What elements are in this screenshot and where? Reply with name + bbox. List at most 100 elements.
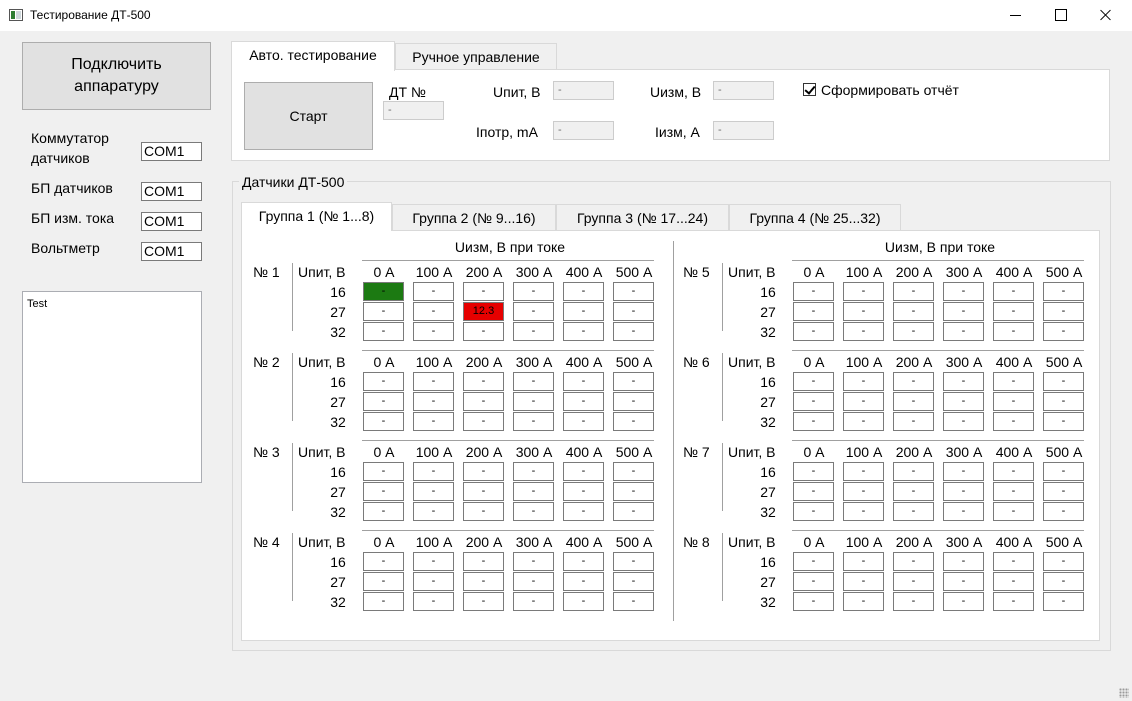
measurement-cell[interactable]: - bbox=[793, 412, 834, 431]
measurement-cell[interactable]: - bbox=[943, 412, 984, 431]
measurement-cell[interactable]: - bbox=[563, 552, 604, 571]
measurement-cell[interactable]: - bbox=[513, 572, 554, 591]
measurement-cell[interactable]: - bbox=[1043, 592, 1084, 611]
measurement-cell[interactable]: - bbox=[1043, 392, 1084, 411]
measurement-cell[interactable]: - bbox=[513, 372, 554, 391]
minimize-icon[interactable] bbox=[993, 0, 1038, 31]
measurement-cell[interactable]: - bbox=[793, 572, 834, 591]
uizm-field[interactable]: - bbox=[713, 81, 774, 100]
measurement-cell[interactable]: - bbox=[993, 462, 1034, 481]
upit-field[interactable]: - bbox=[553, 81, 614, 100]
measurement-cell[interactable]: - bbox=[1043, 482, 1084, 501]
measurement-cell[interactable]: - bbox=[363, 502, 404, 521]
measurement-cell[interactable]: - bbox=[993, 552, 1034, 571]
measurement-cell[interactable]: - bbox=[893, 322, 934, 341]
measurement-cell[interactable]: - bbox=[363, 282, 404, 301]
measurement-cell[interactable]: - bbox=[993, 282, 1034, 301]
measurement-cell[interactable]: - bbox=[893, 502, 934, 521]
measurement-cell[interactable]: - bbox=[613, 372, 654, 391]
measurement-cell[interactable]: - bbox=[463, 572, 504, 591]
measurement-cell[interactable]: - bbox=[413, 372, 454, 391]
measurement-cell[interactable]: - bbox=[463, 412, 504, 431]
measurement-cell[interactable]: - bbox=[363, 412, 404, 431]
measurement-cell[interactable]: - bbox=[893, 412, 934, 431]
measurement-cell[interactable]: - bbox=[363, 592, 404, 611]
port-select-sensor-psu[interactable]: COM1 bbox=[141, 182, 202, 201]
measurement-cell[interactable]: - bbox=[893, 392, 934, 411]
measurement-cell[interactable]: - bbox=[563, 372, 604, 391]
measurement-cell[interactable]: - bbox=[613, 322, 654, 341]
measurement-cell[interactable]: - bbox=[793, 552, 834, 571]
measurement-cell[interactable]: - bbox=[893, 552, 934, 571]
measurement-cell[interactable]: - bbox=[843, 392, 884, 411]
measurement-cell[interactable]: - bbox=[793, 482, 834, 501]
measurement-cell[interactable]: - bbox=[843, 482, 884, 501]
measurement-cell[interactable]: - bbox=[843, 572, 884, 591]
tab-group-1[interactable]: Группа 1 (№ 1...8) bbox=[241, 202, 392, 231]
measurement-cell[interactable]: - bbox=[993, 372, 1034, 391]
measurement-cell[interactable]: - bbox=[943, 282, 984, 301]
measurement-cell[interactable]: - bbox=[513, 322, 554, 341]
tab-manual-control[interactable]: Ручное управление bbox=[395, 43, 557, 70]
measurement-cell[interactable]: - bbox=[843, 372, 884, 391]
measurement-cell[interactable]: - bbox=[363, 392, 404, 411]
measurement-cell[interactable]: - bbox=[793, 392, 834, 411]
measurement-cell[interactable]: - bbox=[893, 482, 934, 501]
measurement-cell[interactable]: - bbox=[1043, 412, 1084, 431]
measurement-cell[interactable]: - bbox=[463, 552, 504, 571]
measurement-cell[interactable]: - bbox=[413, 502, 454, 521]
measurement-cell[interactable]: - bbox=[893, 572, 934, 591]
measurement-cell[interactable]: - bbox=[843, 412, 884, 431]
measurement-cell[interactable]: - bbox=[513, 282, 554, 301]
port-select-voltmeter[interactable]: COM1 bbox=[141, 242, 202, 261]
measurement-cell[interactable]: - bbox=[1043, 502, 1084, 521]
measurement-cell[interactable]: - bbox=[993, 322, 1034, 341]
measurement-cell[interactable]: - bbox=[793, 462, 834, 481]
measurement-cell[interactable]: - bbox=[513, 412, 554, 431]
ipotr-field[interactable]: - bbox=[553, 121, 614, 140]
measurement-cell[interactable]: - bbox=[563, 282, 604, 301]
measurement-cell[interactable]: - bbox=[613, 502, 654, 521]
measurement-cell[interactable]: - bbox=[943, 462, 984, 481]
measurement-cell[interactable]: - bbox=[793, 592, 834, 611]
measurement-cell[interactable]: - bbox=[893, 282, 934, 301]
measurement-cell[interactable]: - bbox=[793, 372, 834, 391]
measurement-cell[interactable]: - bbox=[993, 592, 1034, 611]
port-select-switch[interactable]: COM1 bbox=[141, 142, 202, 161]
measurement-cell[interactable]: - bbox=[1043, 372, 1084, 391]
measurement-cell[interactable]: - bbox=[363, 572, 404, 591]
measurement-cell[interactable]: - bbox=[413, 482, 454, 501]
measurement-cell[interactable]: - bbox=[513, 462, 554, 481]
measurement-cell[interactable]: - bbox=[843, 552, 884, 571]
measurement-cell[interactable]: - bbox=[413, 552, 454, 571]
measurement-cell[interactable]: - bbox=[943, 372, 984, 391]
measurement-cell[interactable]: - bbox=[463, 502, 504, 521]
measurement-cell[interactable]: - bbox=[563, 592, 604, 611]
measurement-cell[interactable]: - bbox=[563, 482, 604, 501]
measurement-cell[interactable]: - bbox=[613, 592, 654, 611]
measurement-cell[interactable]: - bbox=[1043, 552, 1084, 571]
measurement-cell[interactable]: - bbox=[563, 322, 604, 341]
measurement-cell[interactable]: - bbox=[563, 302, 604, 321]
measurement-cell[interactable]: - bbox=[463, 392, 504, 411]
measurement-cell[interactable]: - bbox=[363, 302, 404, 321]
tab-auto-testing[interactable]: Авто. тестирование bbox=[231, 41, 395, 71]
measurement-cell[interactable]: - bbox=[513, 592, 554, 611]
measurement-cell[interactable]: - bbox=[363, 552, 404, 571]
measurement-cell[interactable]: - bbox=[843, 302, 884, 321]
measurement-cell[interactable]: - bbox=[363, 462, 404, 481]
measurement-cell[interactable]: - bbox=[413, 572, 454, 591]
measurement-cell[interactable]: - bbox=[943, 502, 984, 521]
measurement-cell[interactable]: - bbox=[563, 392, 604, 411]
dt-number-field[interactable]: - bbox=[383, 101, 444, 120]
measurement-cell[interactable]: - bbox=[513, 302, 554, 321]
measurement-cell[interactable]: - bbox=[943, 392, 984, 411]
measurement-cell[interactable]: - bbox=[513, 502, 554, 521]
measurement-cell[interactable]: - bbox=[843, 502, 884, 521]
iizm-field[interactable]: - bbox=[713, 121, 774, 140]
measurement-cell[interactable]: - bbox=[413, 322, 454, 341]
measurement-cell[interactable]: - bbox=[363, 322, 404, 341]
measurement-cell[interactable]: - bbox=[613, 302, 654, 321]
measurement-cell[interactable]: - bbox=[1043, 322, 1084, 341]
tab-group-2[interactable]: Группа 2 (№ 9...16) bbox=[392, 204, 556, 231]
